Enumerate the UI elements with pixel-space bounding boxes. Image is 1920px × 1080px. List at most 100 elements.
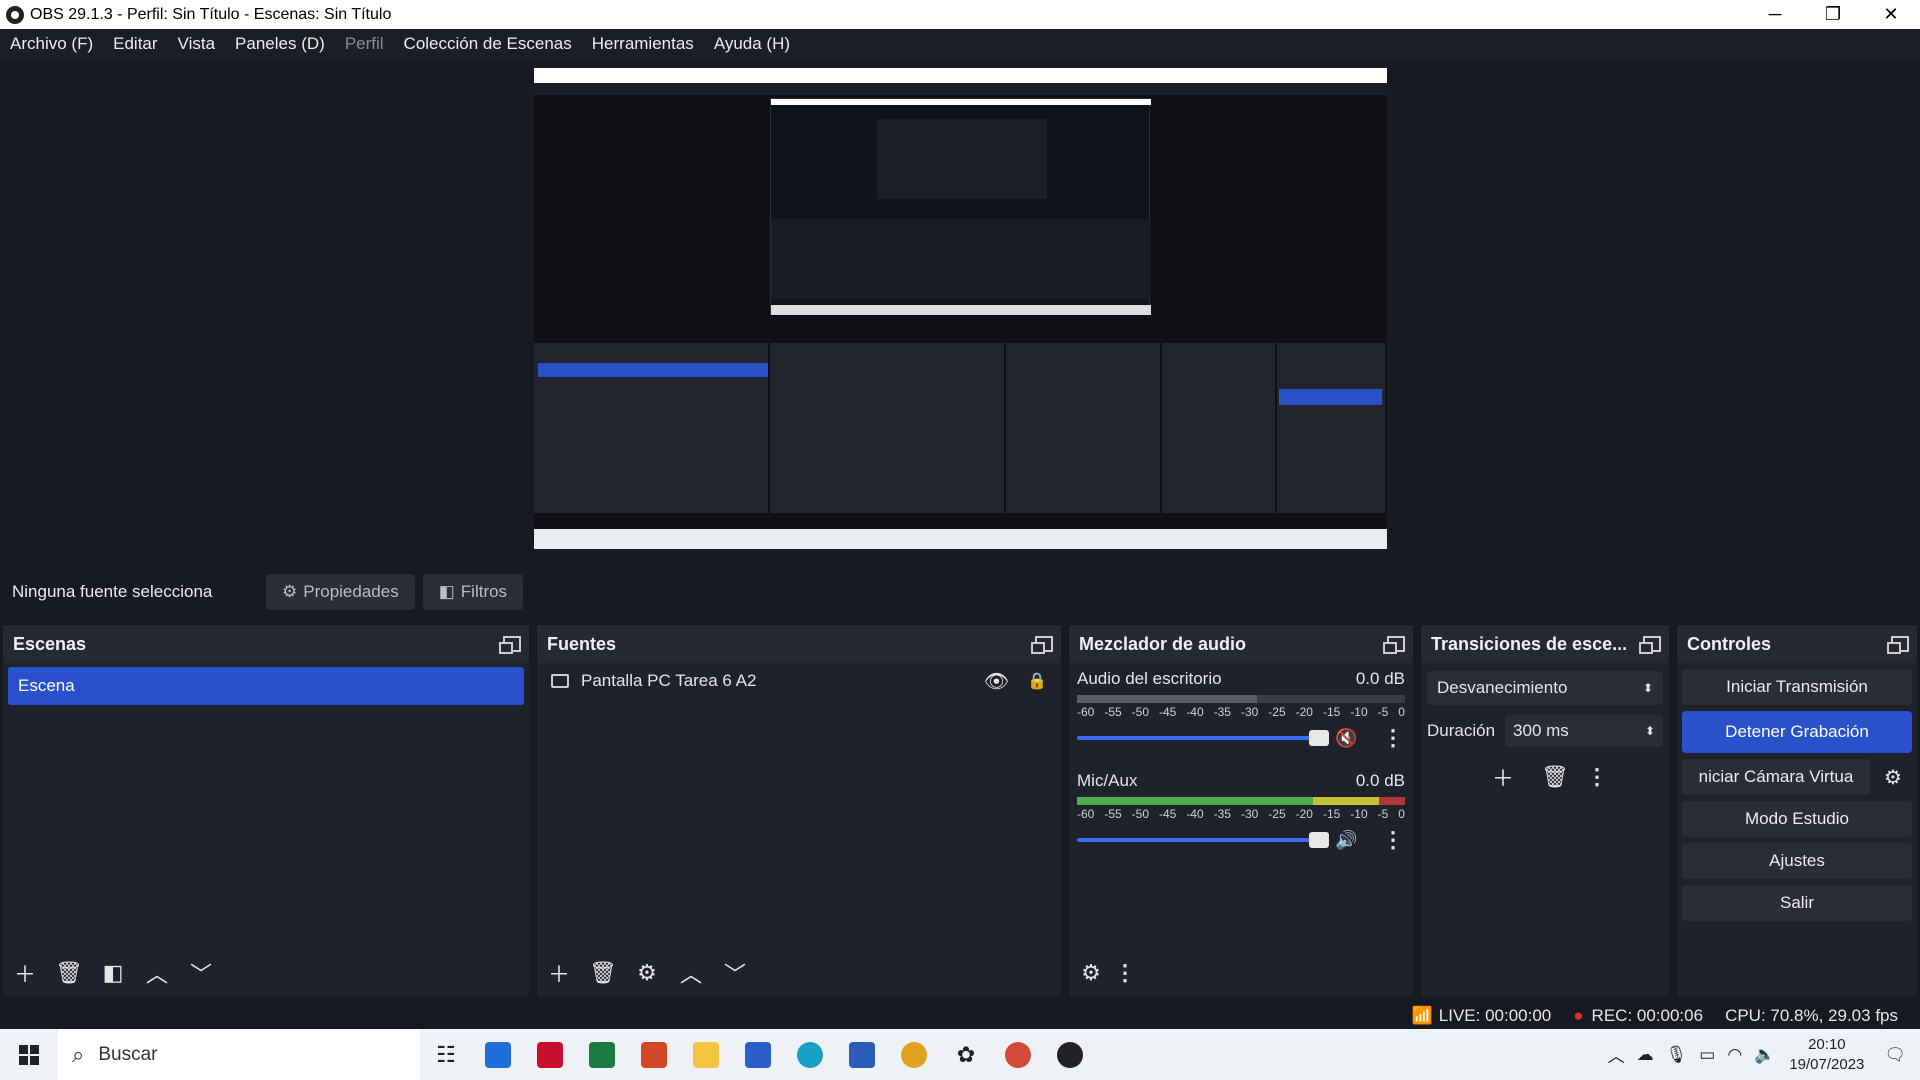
properties-button[interactable]: ⚙ Propiedades (266, 574, 415, 610)
move-up-icon[interactable]: ︿ (135, 955, 179, 991)
speaker-muted-icon[interactable]: 🔇 (1335, 728, 1359, 749)
menu-perfil[interactable]: Perfil (335, 34, 394, 54)
menu-paneles[interactable]: Paneles (D) (225, 34, 335, 54)
add-source-button[interactable]: ＋ (537, 955, 581, 991)
audio-mixer-dock: Mezclador de audio Audio del escritorio 0… (1068, 624, 1414, 998)
controls-dock: Controles Iniciar Transmisión Detener Gr… (1676, 624, 1918, 998)
taskbar-search[interactable]: ⌕ Buscar (58, 1029, 420, 1080)
undock-icon[interactable] (499, 636, 521, 654)
chrome-icon[interactable] (888, 1029, 940, 1080)
kebab-menu-icon[interactable]: ⋮ (1381, 725, 1405, 751)
system-tray: ︿ ☁ 🎙 ▭ ◠ 🔈 20:10 19/07/2023 🗨 (1602, 1029, 1920, 1080)
chrome-profile-icon[interactable] (992, 1029, 1044, 1080)
trash-icon[interactable]: 🗑 (1533, 759, 1577, 795)
search-icon: ⌕ (72, 1041, 85, 1067)
menu-vista[interactable]: Vista (168, 34, 226, 54)
obs-taskbar-icon[interactable] (1044, 1029, 1096, 1080)
scene-filter-icon[interactable]: ◧ (91, 955, 135, 991)
filters-button[interactable]: ◧ Filtros (422, 574, 524, 610)
start-stream-button[interactable]: Iniciar Transmisión (1682, 669, 1912, 705)
mail-icon[interactable] (472, 1029, 524, 1080)
gear-icon[interactable]: ⚙ (1874, 759, 1912, 795)
add-transition-button[interactable]: ＋ (1481, 759, 1525, 795)
excel-icon[interactable] (576, 1029, 628, 1080)
preview-nested-menubar (534, 83, 1387, 95)
duration-label: Duración (1427, 721, 1496, 740)
cloud-icon[interactable]: ☁ (1637, 1045, 1654, 1065)
preview-canvas[interactable] (534, 68, 1387, 549)
notifications-icon[interactable]: 🗨 (1884, 1045, 1906, 1065)
undock-icon[interactable] (1887, 636, 1909, 654)
clock[interactable]: 20:10 19/07/2023 (1789, 1035, 1864, 1075)
search-placeholder: Buscar (98, 1043, 158, 1065)
source-toolbar: Ninguna fuente selecciona ⚙ Propiedades ◧… (0, 570, 1920, 614)
properties-label: Propiedades (303, 582, 399, 601)
store-icon[interactable] (732, 1029, 784, 1080)
exit-button[interactable]: Salir (1682, 885, 1912, 921)
transition-select[interactable]: Desvanecimiento ⬍ (1427, 671, 1663, 705)
eye-icon[interactable]: 👁 (984, 669, 1009, 694)
maximize-button[interactable]: ❐ (1804, 0, 1862, 29)
sources-dock: Fuentes Pantalla PC Tarea 6 A2 👁 🔒 ＋ 🗑 ⚙… (536, 624, 1062, 998)
kebab-menu-icon[interactable]: ⋮ (1381, 827, 1405, 853)
kebab-menu-icon[interactable]: ⋮ (1585, 759, 1609, 795)
volume-icon[interactable]: 🔈 (1754, 1045, 1775, 1065)
settings-icon[interactable]: ⚙ (625, 955, 669, 991)
trash-icon[interactable]: 🗑 (47, 955, 91, 991)
duration-input[interactable]: 300 ms ⬍ (1505, 715, 1663, 747)
mixer-title: Mezclador de audio (1079, 633, 1247, 654)
trash-icon[interactable]: 🗑 (581, 955, 625, 991)
signal-icon: 📶 (1411, 1006, 1433, 1025)
preview-nested-docks (534, 343, 1387, 513)
spin-icon[interactable]: ⬍ (1645, 724, 1655, 738)
stop-recording-button[interactable]: Detener Grabación (1682, 711, 1912, 753)
speaker-icon[interactable]: 🔊 (1335, 830, 1359, 851)
undock-icon[interactable] (1383, 636, 1405, 654)
chevron-up-icon[interactable]: ︿ (1608, 1042, 1625, 1067)
scene-item[interactable]: Escena (8, 667, 524, 705)
sources-title: Fuentes (547, 633, 617, 654)
add-scene-button[interactable]: ＋ (3, 955, 47, 991)
virtual-camera-button[interactable]: niciar Cámara Virtua (1682, 759, 1870, 795)
volume-slider[interactable] (1077, 832, 1329, 848)
powerpoint-icon[interactable] (628, 1029, 680, 1080)
undock-icon[interactable] (1031, 636, 1053, 654)
move-up-icon[interactable]: ︿ (669, 955, 713, 991)
battery-icon[interactable]: ▭ (1699, 1045, 1715, 1065)
menu-herramientas[interactable]: Herramientas (582, 34, 704, 54)
menu-coleccion-escenas[interactable]: Colección de Escenas (394, 34, 582, 54)
file-explorer-icon[interactable] (680, 1029, 732, 1080)
task-view-icon[interactable]: ☷ (420, 1029, 472, 1080)
meter-scale: -60 -55 -50 -45 -40 -35 -30 -25 -20 -15 -10 -5 0 (1077, 807, 1405, 821)
channel-name: Audio del escritorio (1077, 669, 1222, 688)
kebab-menu-icon[interactable]: ⋮ (1113, 955, 1137, 991)
windows-start-button[interactable] (0, 1029, 58, 1080)
updown-icon: ⬍ (1642, 681, 1653, 695)
move-down-icon[interactable]: ﹀ (179, 955, 223, 991)
close-button[interactable]: ✕ (1862, 0, 1920, 29)
channel-db: 0.0 dB (1355, 771, 1405, 790)
windows-icon (19, 1044, 39, 1065)
word-icon[interactable] (836, 1029, 888, 1080)
minimize-button[interactable]: ─ (1746, 0, 1804, 29)
studio-mode-button[interactable]: Modo Estudio (1682, 801, 1912, 837)
source-name: Pantalla PC Tarea 6 A2 (581, 671, 757, 690)
volume-slider[interactable] (1077, 730, 1329, 746)
menu-archivo[interactable]: Archivo (F) (0, 34, 103, 54)
menu-ayuda[interactable]: Ayuda (H) (704, 34, 800, 54)
edge-icon[interactable] (784, 1029, 836, 1080)
app-icon[interactable]: ✿ (940, 1029, 992, 1080)
mcafee-icon[interactable] (524, 1029, 576, 1080)
menu-editar[interactable]: Editar (103, 34, 167, 54)
wifi-icon[interactable]: ◠ (1727, 1045, 1742, 1065)
undock-icon[interactable] (1639, 636, 1661, 654)
microphone-icon[interactable]: 🎙 (1666, 1045, 1688, 1065)
menu-bar: Archivo (F) Editar Vista Paneles (D) Per… (0, 29, 1920, 58)
cpu-status: CPU: 70.8%, 29.03 fps (1725, 1006, 1898, 1025)
source-item[interactable]: Pantalla PC Tarea 6 A2 👁 🔒 (537, 663, 1061, 699)
settings-button[interactable]: Ajustes (1682, 843, 1912, 879)
advanced-audio-icon[interactable]: ⚙ (1069, 955, 1113, 991)
audio-channel: Audio del escritorio 0.0 dB -60 -55 -50 -45-… (1069, 663, 1413, 751)
lock-icon[interactable]: 🔒 (1027, 671, 1047, 691)
move-down-icon[interactable]: ﹀ (713, 955, 757, 991)
